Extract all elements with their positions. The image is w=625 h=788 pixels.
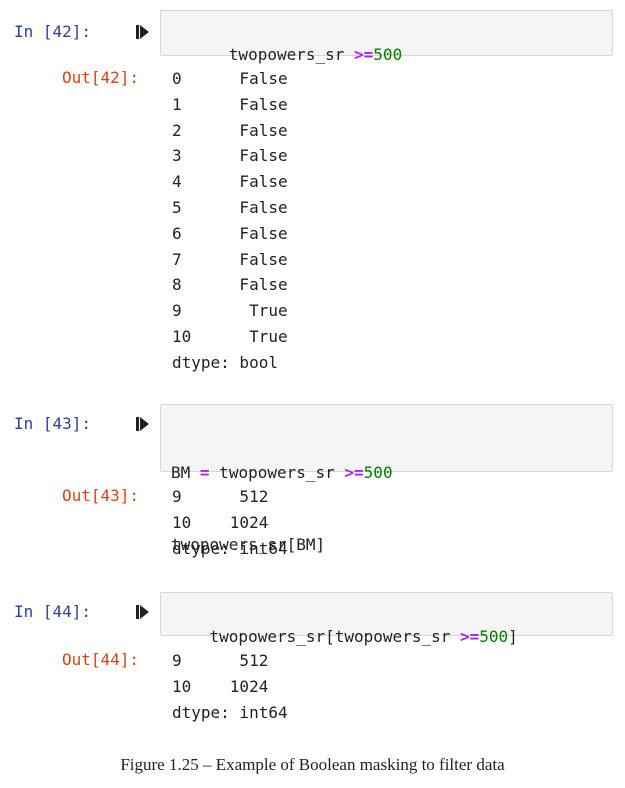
input-prompt: In [42]:: [14, 22, 92, 41]
code-line: BM = twopowers_sr >=500: [171, 463, 393, 482]
code-input[interactable]: BM = twopowers_sr >=500 twopowers_sr[BM]: [160, 404, 613, 554]
code-input[interactable]: twopowers_sr >=500: [160, 10, 613, 64]
output-prompt: Out[44]:: [62, 650, 140, 669]
output-prompt: Out[43]:: [62, 486, 140, 505]
output-line: 9 True: [172, 301, 288, 321]
output-area: 9 512 10 1024 dtype: int64: [172, 648, 288, 725]
output-line: dtype: int64: [172, 702, 288, 722]
output-prompt: Out[42]:: [62, 68, 140, 87]
output-area: 0 False 1 False 2 False 3 False 4 False …: [172, 66, 288, 376]
output-line: 0 False: [172, 69, 288, 88]
output-line: 9 512: [172, 651, 269, 670]
output-line: 8 False: [172, 275, 288, 295]
output-line: 2 False: [172, 120, 288, 140]
output-line: dtype: int64: [172, 538, 288, 558]
code-input[interactable]: twopowers_sr[twopowers_sr >=500]: [160, 592, 613, 646]
run-cell-icon[interactable]: [136, 416, 150, 432]
output-line: 10 1024: [172, 676, 269, 696]
output-line: 6 False: [172, 223, 288, 243]
output-line: 5 False: [172, 197, 288, 217]
output-line: 9 512: [172, 487, 269, 506]
output-line: dtype: bool: [172, 352, 278, 372]
output-line: 1 False: [172, 94, 288, 114]
input-prompt: In [44]:: [14, 602, 92, 621]
run-cell-icon[interactable]: [136, 24, 150, 40]
output-line: 10 1024: [172, 512, 269, 532]
input-prompt: In [43]:: [14, 414, 92, 433]
notebook-cell-42: In [42]: twopowers_sr >=500 Out[42]: 0 F…: [0, 0, 625, 372]
input-area: In [42]: twopowers_sr >=500: [0, 0, 625, 64]
figure-caption: Figure 1.25 – Example of Boolean masking…: [120, 755, 505, 774]
output-area: 9 512 10 1024 dtype: int64: [172, 484, 288, 561]
code-line: twopowers_sr >=500: [228, 45, 403, 64]
output-line: 3 False: [172, 146, 288, 166]
output-line: 7 False: [172, 249, 288, 269]
output-line: 10 True: [172, 326, 288, 346]
output-line: 4 False: [172, 172, 288, 192]
run-cell-icon[interactable]: [136, 604, 150, 620]
code-line: twopowers_sr[twopowers_sr >=500]: [209, 627, 518, 646]
